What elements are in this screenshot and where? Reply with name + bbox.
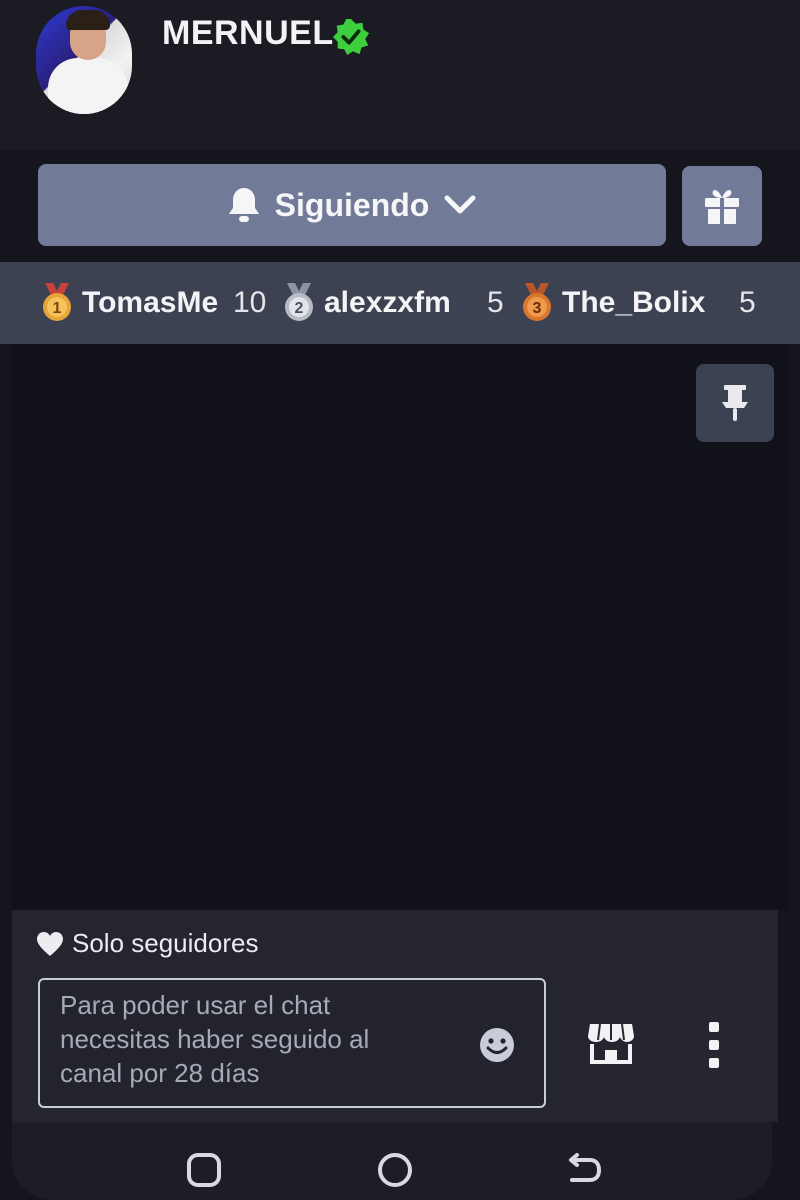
leaderboard-count: 5: [487, 286, 504, 319]
top-gifters-bar: 1 TomasMe 10 2 alexzxfm 5 3 The_Bolix 5: [0, 262, 800, 344]
leaderboard-count: 5: [739, 286, 756, 319]
pin-icon: [722, 385, 748, 421]
store-icon[interactable]: [586, 1020, 636, 1066]
gift-icon: [705, 189, 739, 224]
placeholder-line: Para poder usar el chat: [60, 990, 331, 1020]
silver-medal-icon: 2: [285, 283, 313, 321]
placeholder-line: necesitas haber seguido al: [60, 1024, 370, 1054]
chat-messages-area[interactable]: [12, 344, 788, 910]
avatar-hair: [66, 10, 110, 30]
svg-text:1: 1: [53, 300, 62, 317]
screen: MERNUEL Siguiendo 1 TomasMe 10 2 alexzxf…: [0, 0, 800, 1200]
followers-only-indicator: Solo seguidores: [36, 928, 258, 959]
bell-icon: [228, 188, 259, 222]
leaderboard-count: 10: [233, 286, 267, 319]
leaderboard-name: TomasMe: [82, 286, 219, 319]
verified-badge-icon: [332, 18, 370, 56]
followers-only-label: Solo seguidores: [72, 928, 259, 958]
avatar[interactable]: [36, 6, 132, 114]
home-icon[interactable]: [375, 1150, 415, 1190]
bronze-medal-icon: 3: [523, 283, 551, 321]
recent-apps-icon[interactable]: [184, 1150, 224, 1190]
leaderboard-entry[interactable]: 2 alexzxfm: [282, 262, 451, 344]
chat-input-placeholder: Para poder usar el chat necesitas haber …: [60, 988, 460, 1090]
avatar-shirt: [48, 58, 128, 114]
chevron-down-icon: [444, 195, 476, 214]
svg-text:3: 3: [533, 300, 542, 317]
svg-text:2: 2: [295, 300, 304, 317]
placeholder-line: canal por 28 días: [60, 1058, 260, 1088]
chat-input[interactable]: Para poder usar el chat necesitas haber …: [38, 978, 546, 1108]
more-vertical-icon[interactable]: [700, 1020, 728, 1070]
leaderboard-name: alexzxfm: [324, 286, 451, 319]
heart-icon: [37, 931, 63, 956]
pin-button[interactable]: [696, 364, 774, 442]
back-icon[interactable]: [564, 1150, 604, 1190]
gold-medal-icon: 1: [43, 283, 71, 321]
following-button[interactable]: Siguiendo: [38, 164, 666, 246]
channel-header: MERNUEL: [0, 0, 800, 150]
channel-name[interactable]: MERNUEL: [162, 14, 334, 53]
leaderboard-name: The_Bolix: [562, 286, 706, 319]
emoji-icon[interactable]: [478, 1026, 516, 1064]
leaderboard-entry[interactable]: 3 The_Bolix: [520, 262, 705, 344]
gift-button[interactable]: [682, 166, 762, 246]
following-label: Siguiendo: [274, 186, 430, 223]
leaderboard-entry[interactable]: 1 TomasMe: [40, 262, 218, 344]
